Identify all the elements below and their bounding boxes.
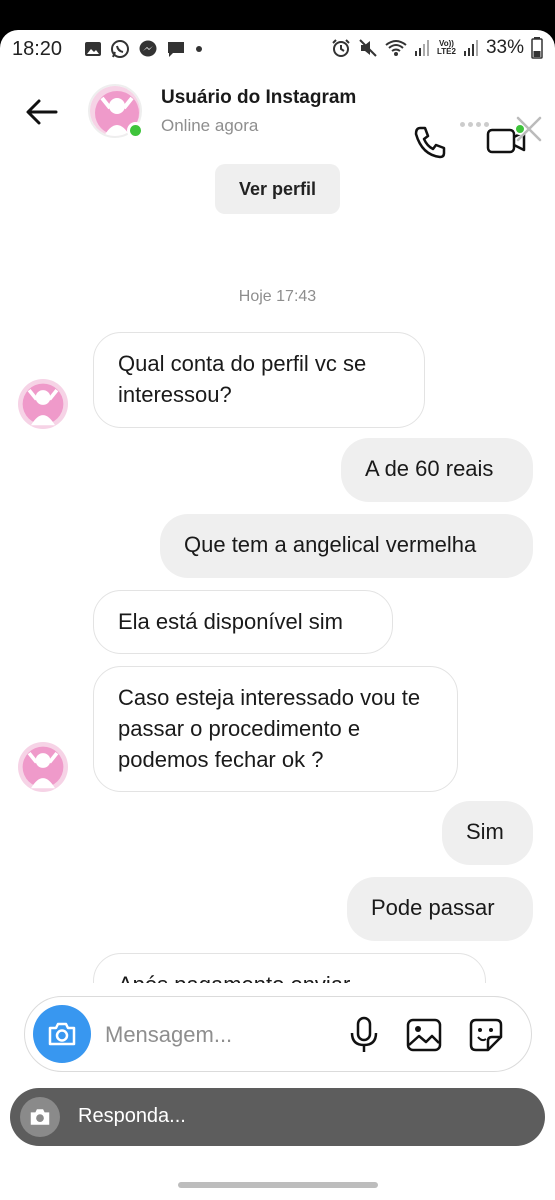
microphone-icon[interactable] (347, 1016, 381, 1054)
sender-avatar[interactable] (18, 379, 68, 429)
camera-icon (30, 1109, 50, 1125)
sticker-icon[interactable] (468, 1017, 504, 1053)
more-notifications-dot-icon (196, 46, 202, 52)
back-arrow-icon[interactable] (22, 92, 62, 132)
message-outgoing[interactable]: Pode passar (347, 877, 533, 941)
lte-indicator: Vo)) LTE2 (437, 40, 456, 56)
messenger-icon (139, 40, 157, 57)
reply-camera-button[interactable] (20, 1097, 60, 1137)
contact-status: Online agora (161, 116, 259, 135)
phone-icon[interactable] (410, 122, 450, 162)
message-outgoing[interactable]: A de 60 reais (341, 438, 533, 502)
quick-reply-bar[interactable]: Responda... (10, 1088, 545, 1146)
sender-avatar[interactable] (18, 742, 68, 792)
lte-label-bottom: LTE2 (437, 47, 456, 56)
message-outgoing[interactable]: Sim (442, 801, 533, 865)
camera-button[interactable] (33, 1005, 91, 1063)
status-time: 18:20 (12, 38, 63, 60)
quick-reply-label: Responda... (78, 1105, 186, 1127)
message-composer (24, 996, 532, 1072)
chat-header: Usuário do Instagram Online agora (0, 70, 555, 170)
online-indicator (127, 122, 144, 139)
status-bar: 18:20 Vo)) LTE2 33% (0, 30, 555, 68)
contact-name[interactable]: Usuário do Instagram (161, 87, 356, 109)
mute-icon (359, 39, 377, 57)
contact-avatar[interactable] (88, 84, 144, 139)
close-bubble-icon[interactable] (512, 112, 546, 146)
notification-icons (84, 39, 204, 59)
home-gesture-bar[interactable] (178, 1182, 378, 1188)
view-profile-button[interactable]: Ver perfil (215, 164, 340, 214)
alarm-icon (332, 39, 350, 57)
gallery-notification-icon (85, 42, 101, 56)
signal-icon-1 (415, 40, 429, 56)
whatsapp-icon (111, 40, 129, 58)
message-outgoing[interactable]: Que tem a angelical vermelha (160, 514, 533, 578)
battery-icon (531, 37, 543, 59)
message-incoming[interactable]: Ela está disponível sim (93, 590, 393, 654)
date-stamp: Hoje 17:43 (238, 288, 317, 305)
gallery-icon[interactable] (405, 1017, 443, 1053)
battery-percentage: 33% (485, 37, 524, 58)
message-incoming[interactable]: Qual conta do perfil vc se interessou? (93, 332, 425, 428)
chat-screen: 18:20 Vo)) LTE2 33% Usuário do Instagram… (0, 30, 555, 1170)
chat-notification-icon (168, 42, 184, 57)
system-icons: Vo)) LTE2 33% (331, 37, 543, 59)
message-incoming[interactable]: Caso esteja interessado vou te passar o … (93, 666, 458, 792)
camera-icon (48, 1022, 76, 1046)
wifi-icon (385, 40, 407, 56)
signal-icon-2 (463, 40, 478, 56)
bubble-drag-handle[interactable] (460, 122, 489, 127)
message-input[interactable] (105, 1019, 325, 1051)
